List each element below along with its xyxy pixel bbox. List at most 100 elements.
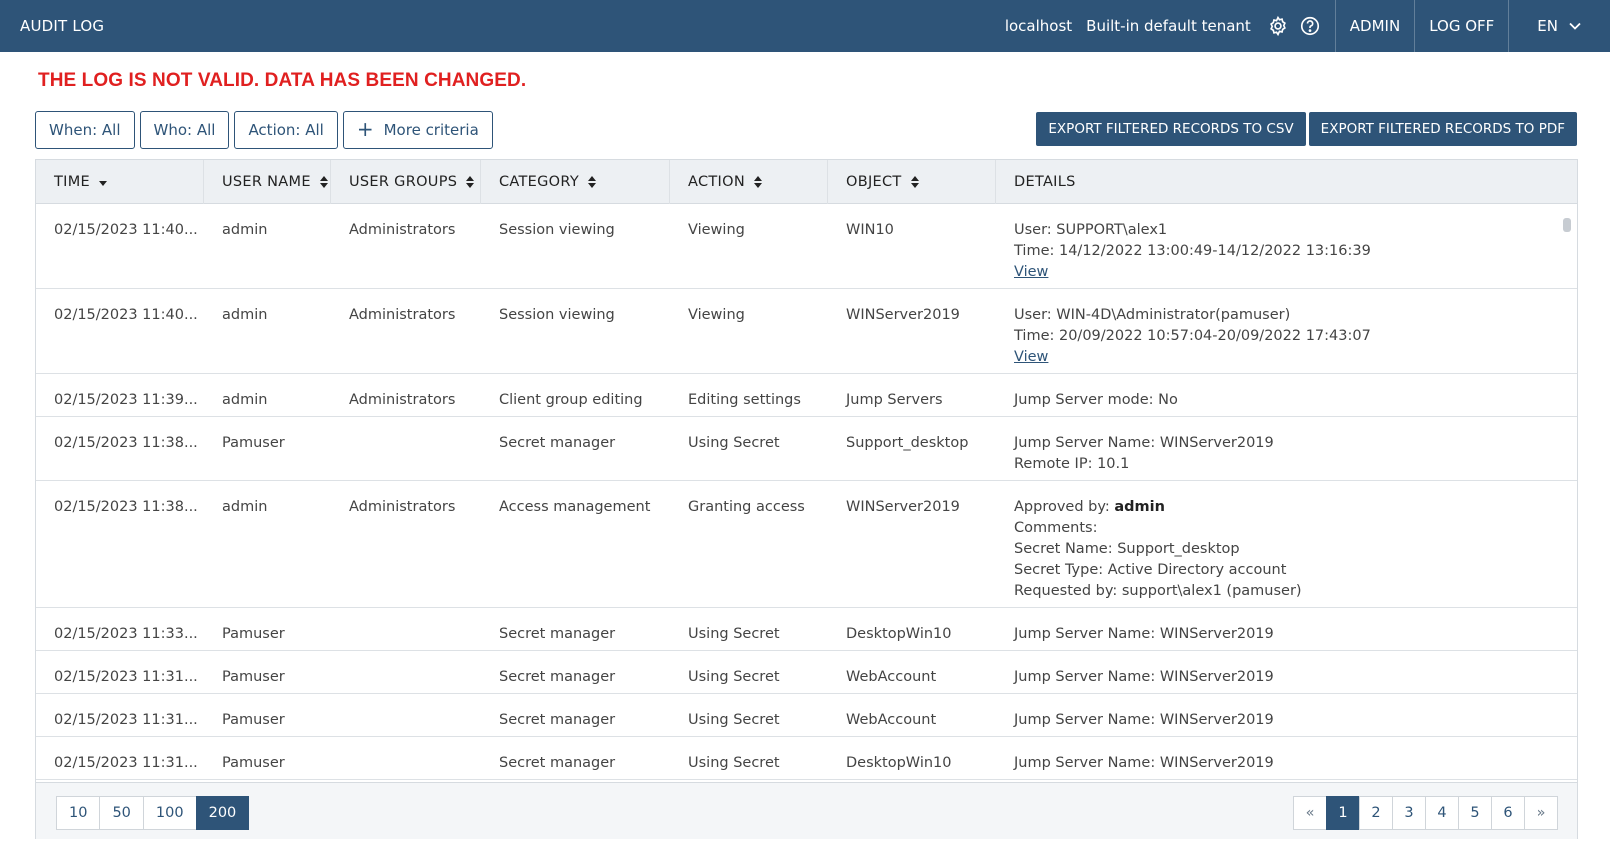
detail-line: Time: 14/12/2022 13:00:49-14/12/2022 13:…	[1014, 243, 1371, 259]
cell-action: Viewing	[688, 307, 745, 323]
cell-details: Jump Server Name: WINServer2019	[1014, 608, 1534, 645]
prev-page-button[interactable]: «	[1293, 796, 1327, 830]
page-size-200[interactable]: 200	[195, 796, 250, 830]
top-right-menu: localhost Built-in default tenant ADMIN …	[1005, 0, 1610, 52]
cell-time: 02/15/2023 11:40...	[54, 222, 198, 238]
filter-bar: When: All Who: All Action: All + More cr…	[35, 111, 493, 149]
cell-details: Jump Server Name: WINServer2019	[1014, 737, 1534, 774]
cell-category: Secret manager	[499, 712, 616, 728]
who-filter-button[interactable]: Who: All	[139, 111, 230, 149]
cell-action: Using Secret	[688, 435, 780, 451]
page-size-100[interactable]: 100	[142, 796, 197, 830]
detail-line: Approved by: admin	[1014, 497, 1534, 518]
gear-icon[interactable]	[1267, 15, 1289, 37]
table-row[interactable]: 02/15/2023 11:33... Pamuser Secret manager…	[36, 608, 1577, 651]
cell-object: WebAccount	[846, 669, 937, 685]
detail-line: Requested by: support\alex1 (pamuser)	[1014, 583, 1302, 599]
cell-action: Granting access	[688, 499, 805, 515]
admin-button[interactable]: ADMIN	[1334, 0, 1414, 52]
sort-icon	[753, 176, 762, 188]
detail-line: User: SUPPORT\alex1	[1014, 222, 1168, 238]
sort-icon	[588, 176, 596, 188]
cell-action: Using Secret	[688, 669, 780, 685]
column-header-user-name[interactable]: USER NAME	[204, 160, 331, 204]
next-page-button[interactable]: »	[1524, 796, 1558, 830]
column-header-object[interactable]: OBJECT	[828, 160, 996, 204]
cell-details: Jump Server Name: WINServer2019 Remote IP…	[1014, 417, 1534, 475]
detail-line: Jump Server mode: No	[1014, 392, 1178, 408]
view-link[interactable]: View	[1014, 262, 1534, 283]
more-criteria-button[interactable]: + More criteria	[342, 111, 493, 149]
cell-user-name: Pamuser	[222, 755, 285, 771]
table-footer: 10 50 100 200 «1 2 3 4 5 6»	[36, 782, 1577, 839]
page-5-button[interactable]: 5	[1458, 796, 1492, 830]
detail-line: Jump Server Name: WINServer2019	[1014, 435, 1274, 451]
cell-user-name: admin	[222, 392, 268, 408]
cell-user-groups: Administrators	[349, 499, 456, 515]
column-header-action[interactable]: ACTION	[670, 160, 828, 204]
column-header-label: OBJECT	[846, 174, 902, 190]
cell-user-name: Pamuser	[222, 712, 285, 728]
page-3-button[interactable]: 3	[1392, 796, 1426, 830]
page-2-button[interactable]: 2	[1359, 796, 1393, 830]
table-row[interactable]: 02/15/2023 11:40... admin Administrators Se…	[36, 204, 1577, 289]
table-row[interactable]: 02/15/2023 11:31... Pamuser Secret manager…	[36, 651, 1577, 694]
detail-line: Secret Type: Active Directory account	[1014, 562, 1287, 578]
table-row[interactable]: 02/15/2023 11:38... Pamuser Secret manager…	[36, 417, 1577, 481]
cell-details: User: WIN-4D\Administrator(pamuser) Time:…	[1014, 289, 1534, 368]
tenant-selector[interactable]: Built-in default tenant	[1086, 0, 1265, 52]
cell-category: Secret manager	[499, 435, 616, 451]
cell-user-groups: Administrators	[349, 222, 456, 238]
cell-time: 02/15/2023 11:31...	[54, 712, 198, 728]
cell-details: Jump Server Name: WINServer2019	[1014, 651, 1534, 688]
page-size-50[interactable]: 50	[99, 796, 144, 830]
pagination: «1 2 3 4 5 6»	[1293, 796, 1558, 830]
table-header: TIME USER NAME USER GROUPS CATEGORY ACTION OB…	[36, 160, 1577, 204]
help-icon[interactable]	[1299, 15, 1321, 37]
table-row[interactable]: 02/15/2023 11:39... admin Administrators Cl…	[36, 374, 1577, 417]
cell-object: DesktopWin10	[846, 626, 952, 642]
cell-details: Approved by: admin Comments: Secret Name: …	[1014, 481, 1534, 602]
view-link[interactable]: View	[1014, 347, 1534, 368]
cell-category: Secret manager	[499, 626, 616, 642]
cell-time: 02/15/2023 11:38...	[54, 499, 198, 515]
detail-line: User: WIN-4D\Administrator(pamuser)	[1014, 307, 1291, 323]
cell-action: Editing settings	[688, 392, 801, 408]
language-selector[interactable]: EN	[1508, 0, 1610, 52]
sort-icon	[466, 176, 475, 188]
page-6-button[interactable]: 6	[1491, 796, 1525, 830]
cell-details: Jump Server Name: WINServer2019	[1014, 694, 1534, 731]
cell-action: Using Secret	[688, 712, 780, 728]
export-csv-button[interactable]: EXPORT FILTERED RECORDS TO CSV	[1036, 112, 1306, 146]
page-size-10[interactable]: 10	[56, 796, 101, 830]
cell-object: WINServer2019	[846, 307, 960, 323]
cell-user-name: Pamuser	[222, 626, 285, 642]
when-filter-button[interactable]: When: All	[35, 111, 135, 149]
cell-category: Session viewing	[499, 307, 615, 323]
audit-log-table: TIME USER NAME USER GROUPS CATEGORY ACTION OB…	[35, 159, 1578, 839]
column-header-category[interactable]: CATEGORY	[481, 160, 670, 204]
sort-icon	[910, 176, 919, 188]
page-1-button[interactable]: 1	[1326, 796, 1360, 830]
page-4-button[interactable]: 4	[1425, 796, 1459, 830]
action-filter-button[interactable]: Action: All	[234, 111, 338, 149]
log-off-button[interactable]: LOG OFF	[1414, 0, 1508, 52]
plus-icon: +	[356, 117, 374, 141]
column-header-user-groups[interactable]: USER GROUPS	[331, 160, 481, 204]
column-header-time[interactable]: TIME	[36, 160, 204, 204]
cell-time: 02/15/2023 11:31...	[54, 755, 198, 771]
scrollbar-thumb[interactable]	[1563, 218, 1571, 232]
top-icons	[1265, 0, 1335, 52]
table-row[interactable]: 02/15/2023 11:31... Pamuser Secret manager…	[36, 737, 1577, 780]
cell-user-groups: Administrators	[349, 307, 456, 323]
detail-line: Remote IP: 10.1	[1014, 456, 1130, 472]
column-header-label: CATEGORY	[499, 174, 579, 190]
table-row[interactable]: 02/15/2023 11:31... Pamuser Secret manager…	[36, 694, 1577, 737]
export-pdf-button[interactable]: EXPORT FILTERED RECORDS TO PDF	[1308, 112, 1577, 146]
table-row[interactable]: 02/15/2023 11:38... admin Administrators Ac…	[36, 481, 1577, 608]
cell-category: Secret manager	[499, 669, 616, 685]
cell-time: 02/15/2023 11:39...	[54, 392, 198, 408]
table-row[interactable]: 02/15/2023 11:40... admin Administrators Se…	[36, 289, 1577, 374]
cell-object: DesktopWin10	[846, 755, 952, 771]
column-header-details: DETAILS	[996, 160, 1577, 204]
